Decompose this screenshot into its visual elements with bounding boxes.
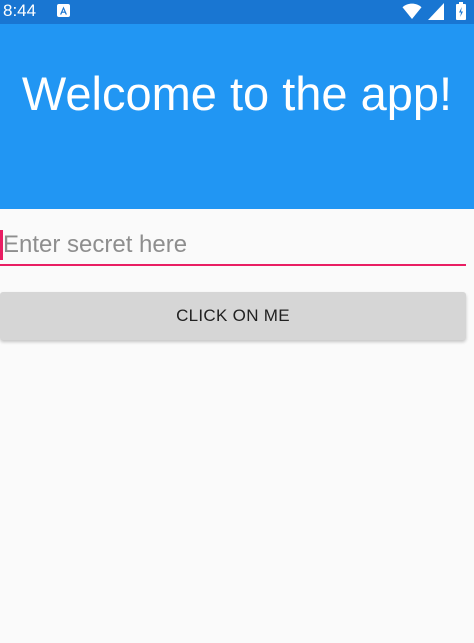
battery-icon	[456, 2, 466, 20]
welcome-title: Welcome to the app!	[21, 67, 453, 120]
click-on-me-button[interactable]: CLICK ON ME	[0, 292, 466, 340]
status-time: 8:44	[3, 1, 37, 20]
status-bar: 8:44	[0, 0, 474, 24]
app-header: Welcome to the app!	[0, 24, 474, 209]
wifi-icon	[402, 3, 422, 19]
text-cursor	[0, 230, 3, 260]
cellular-signal-icon	[428, 3, 444, 20]
secret-input[interactable]	[0, 226, 466, 266]
android-app-icon	[57, 4, 70, 17]
secret-field-container	[0, 226, 466, 268]
